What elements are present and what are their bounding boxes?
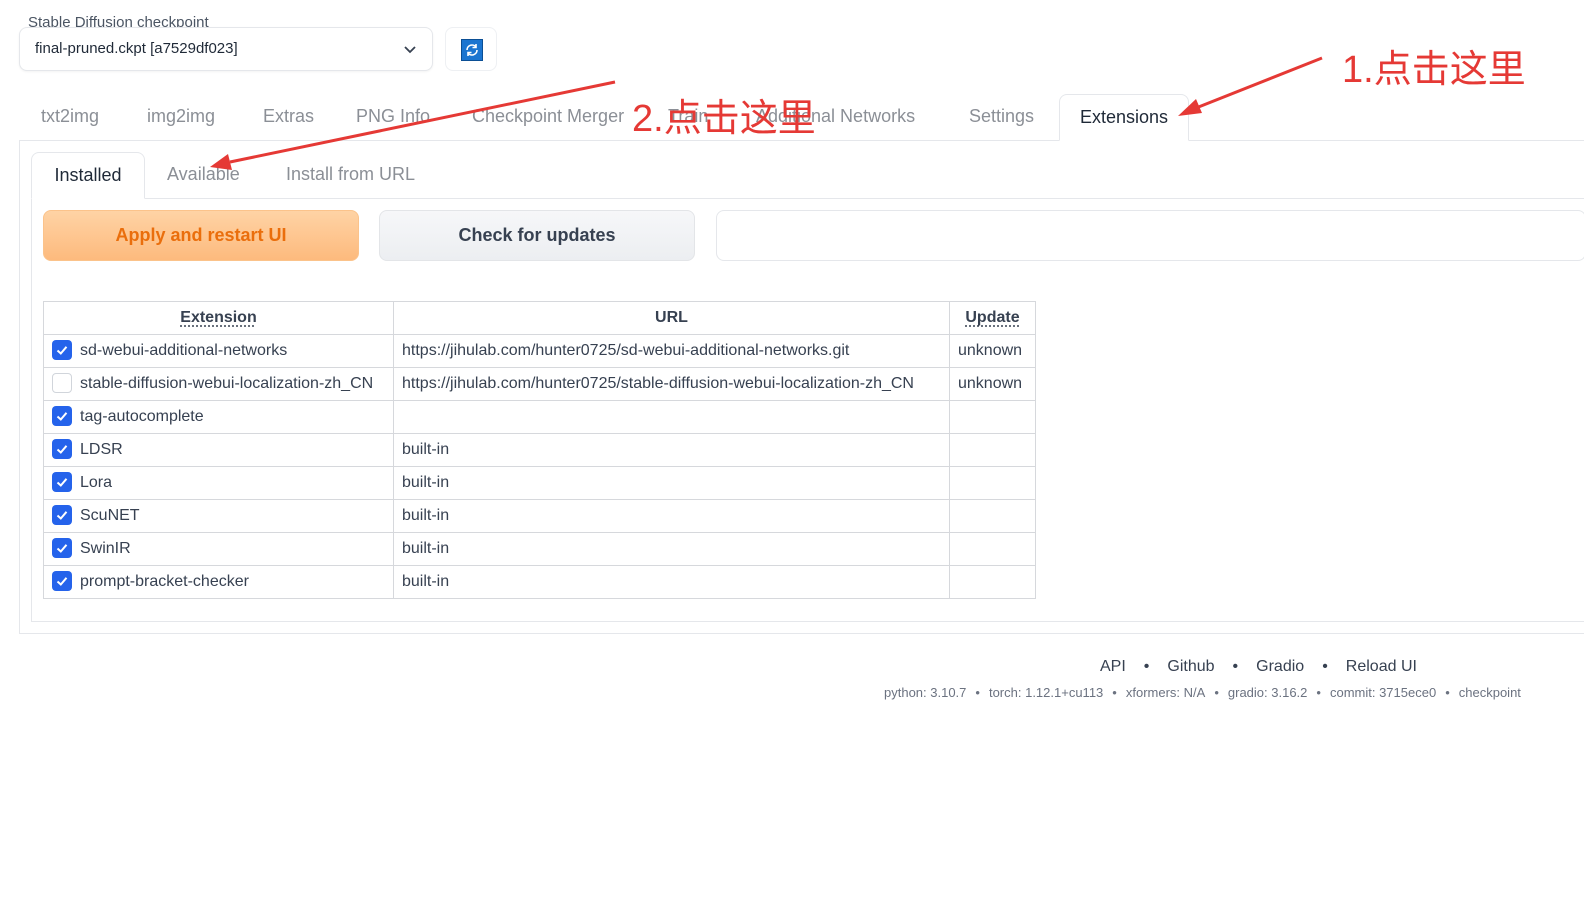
annotation-step1: 1.点击这里 xyxy=(1342,38,1526,93)
annotation-step2: 2.点击这里 xyxy=(632,87,816,142)
